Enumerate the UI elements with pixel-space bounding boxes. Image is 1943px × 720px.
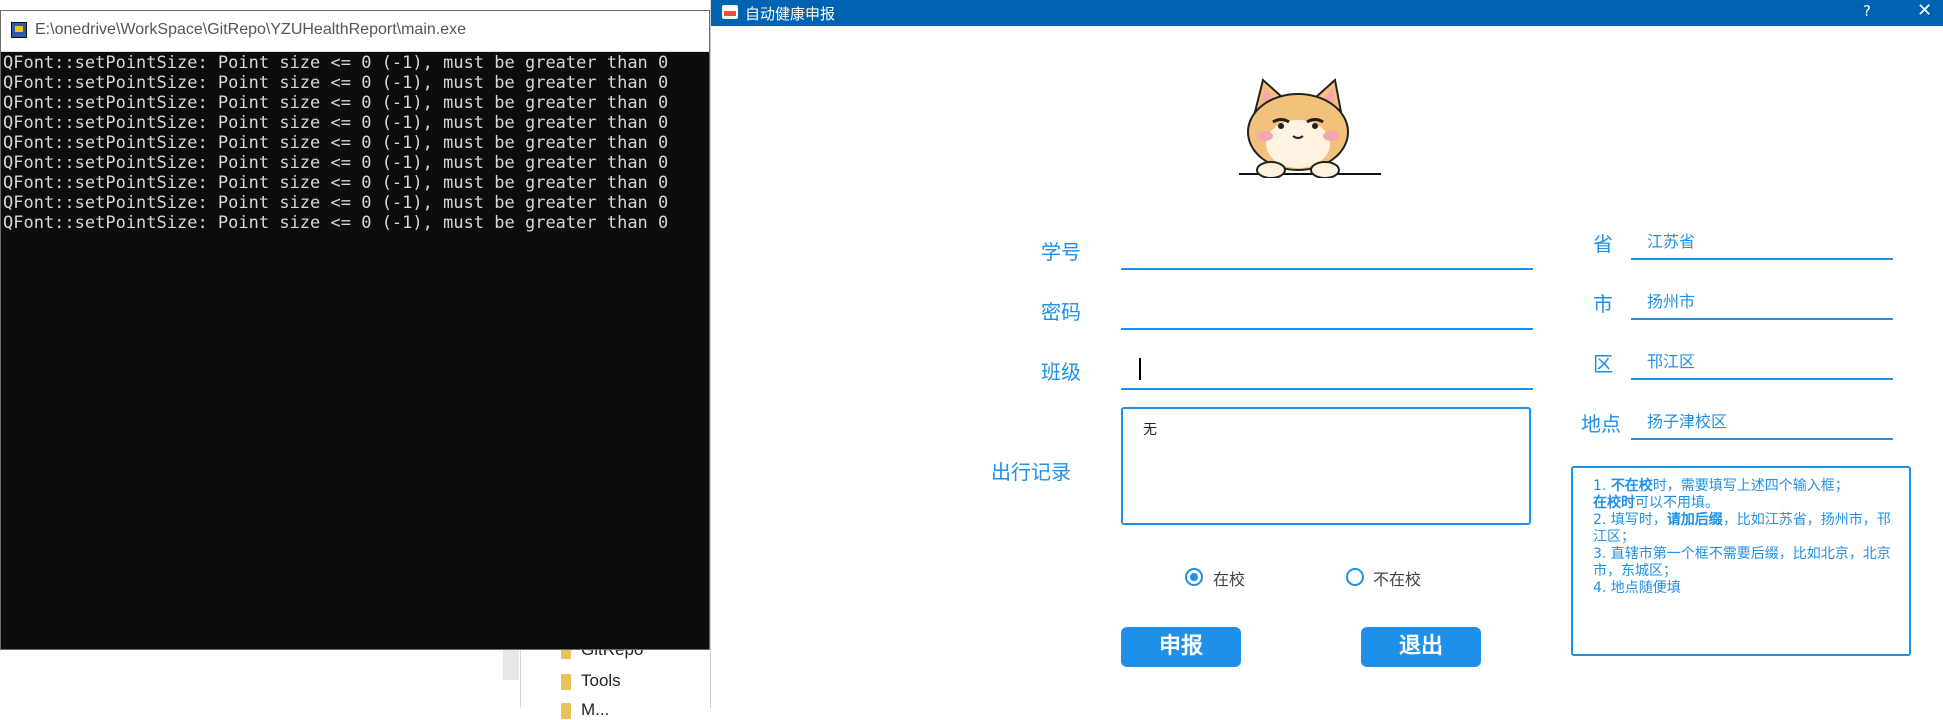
district-value: 邗江区 (1647, 352, 1696, 371)
city-input[interactable]: 扬州市 (1631, 282, 1893, 320)
close-button[interactable]: ✕ (1917, 0, 1932, 21)
explorer-item-m[interactable]: M... (561, 700, 610, 720)
student-id-input[interactable] (1121, 232, 1533, 270)
instructions-box: 1. 不在校时，需要填写上述四个输入框； 在校时可以不用填。 2. 填写时，请加… (1571, 466, 1911, 656)
submit-button[interactable]: 申报 (1121, 627, 1241, 667)
console-line: QFont::setPointSize: Point size <= 0 (-1… (3, 173, 669, 193)
folder-icon (561, 674, 571, 690)
app-icon (722, 5, 738, 19)
console-line: QFont::setPointSize: Point size <= 0 (-1… (3, 213, 669, 233)
console-line: QFont::setPointSize: Point size <= 0 (-1… (3, 133, 669, 153)
province-value: 江苏省 (1647, 232, 1696, 251)
explorer-item-label: Tools (581, 671, 621, 690)
dialog-titlebar[interactable]: 自动健康申报 ? ✕ (711, 0, 1943, 26)
health-report-dialog: 自动健康申报 ? ✕ 学号 密码 班级 出行记录 无 省 江苏省 市 扬州市 区… (710, 0, 1943, 708)
console-window: E:\onedrive\WorkSpace\GitRepo\YZUHealthR… (0, 10, 710, 650)
travel-record-textarea[interactable]: 无 (1121, 407, 1531, 525)
exit-button[interactable]: 退出 (1361, 627, 1481, 667)
password-label: 密码 (1041, 300, 1081, 324)
location-input[interactable]: 扬子津校区 (1631, 402, 1893, 440)
console-line: QFont::setPointSize: Point size <= 0 (-1… (3, 113, 669, 133)
instruction-line-1: 1. 不在校时，需要填写上述四个输入框； (1593, 478, 1849, 494)
city-label: 市 (1593, 292, 1613, 316)
travel-record-value: 无 (1143, 422, 1157, 438)
on-campus-label[interactable]: 在校 (1213, 566, 1245, 590)
class-label: 班级 (1041, 360, 1081, 384)
console-output: QFont::setPointSize: Point size <= 0 (-1… (3, 53, 709, 649)
background-desktop (0, 650, 520, 708)
instruction-line-4: 4. 地点随便填 (1593, 580, 1681, 596)
console-title: E:\onedrive\WorkSpace\GitRepo\YZUHealthR… (35, 21, 467, 38)
student-id-label: 学号 (1041, 240, 1081, 264)
shiba-mascot-image (1239, 78, 1381, 178)
folder-icon (561, 703, 571, 719)
district-label: 区 (1593, 352, 1613, 376)
province-input[interactable]: 江苏省 (1631, 222, 1893, 260)
instruction-line-3: 3. 直辖市第一个框不需要后缀，比如北京，北京市，东城区； (1593, 546, 1891, 579)
city-value: 扬州市 (1647, 292, 1696, 311)
off-campus-label[interactable]: 不在校 (1373, 566, 1421, 590)
dialog-title: 自动健康申报 (745, 5, 836, 23)
console-line: QFont::setPointSize: Point size <= 0 (-1… (3, 153, 669, 173)
instruction-line-2: 2. 填写时，请加后缀，比如江苏省，扬州市，邗江区； (1593, 512, 1891, 545)
help-button[interactable]: ? (1863, 2, 1871, 20)
console-line: QFont::setPointSize: Point size <= 0 (-1… (3, 53, 669, 73)
travel-record-label: 出行记录 (991, 460, 1071, 484)
password-input[interactable] (1121, 292, 1533, 330)
province-label: 省 (1593, 232, 1613, 256)
text-cursor (1139, 358, 1141, 380)
district-input[interactable]: 邗江区 (1631, 342, 1893, 380)
location-label: 地点 (1581, 412, 1621, 436)
console-line: QFont::setPointSize: Point size <= 0 (-1… (3, 93, 669, 113)
console-line: QFont::setPointSize: Point size <= 0 (-1… (3, 73, 669, 93)
console-titlebar[interactable]: E:\onedrive\WorkSpace\GitRepo\YZUHealthR… (1, 11, 709, 52)
python-app-icon (11, 22, 27, 38)
explorer-item-tools[interactable]: Tools 📌 (561, 671, 774, 691)
explorer-item-label: M... (581, 700, 610, 719)
location-value: 扬子津校区 (1647, 412, 1728, 431)
on-campus-radio[interactable] (1185, 568, 1203, 586)
off-campus-radio[interactable] (1346, 568, 1364, 586)
console-line: QFont::setPointSize: Point size <= 0 (-1… (3, 193, 669, 213)
class-input[interactable] (1121, 352, 1533, 390)
instruction-line-1b: 在校时可以不用填。 (1593, 495, 1719, 511)
